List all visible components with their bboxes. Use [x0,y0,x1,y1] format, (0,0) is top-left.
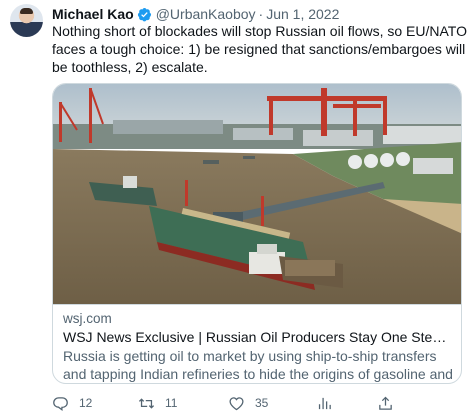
like-button[interactable]: 35 [228,392,268,414]
retweet-count: 11 [165,396,178,410]
reply-button[interactable]: 12 [52,392,92,414]
card-domain: wsj.com [63,311,112,326]
card-image [53,84,461,304]
header-separator: · [258,6,264,22]
avatar[interactable] [10,4,43,37]
reply-count: 12 [79,396,93,410]
tweet[interactable]: Michael Kao @UrbanKaoboy · Jun 1, 2022 N… [0,0,475,418]
card-title[interactable]: WSJ News Exclusive | Russian Oil Produce… [63,327,453,347]
analytics-icon [318,397,331,409]
tweet-text: Nothing short of blockades will stop Rus… [52,23,467,75]
link-card[interactable]: wsj.com WSJ News Exclusive | Russian Oil… [52,83,462,384]
tweet-header: Michael Kao @UrbanKaoboy · Jun 1, 2022 [52,5,339,23]
author-handle[interactable]: @UrbanKaoboy [156,6,256,22]
retweet-button[interactable]: 11 [138,392,177,414]
tweet-actions: 12 11 35 [52,392,467,414]
retweet-icon [138,397,155,409]
card-body: wsj.com WSJ News Exclusive | Russian Oil… [53,304,461,383]
tweet-date[interactable]: Jun 1, 2022 [266,6,339,22]
like-count: 35 [255,396,269,410]
verified-badge-icon [137,7,151,21]
analytics-button[interactable] [316,392,333,414]
share-button[interactable] [377,392,394,414]
reply-icon [53,396,68,411]
share-icon [379,396,392,410]
author-name[interactable]: Michael Kao [52,6,134,22]
card-description: Russia is getting oil to market by using… [63,348,453,382]
like-icon [229,396,244,410]
